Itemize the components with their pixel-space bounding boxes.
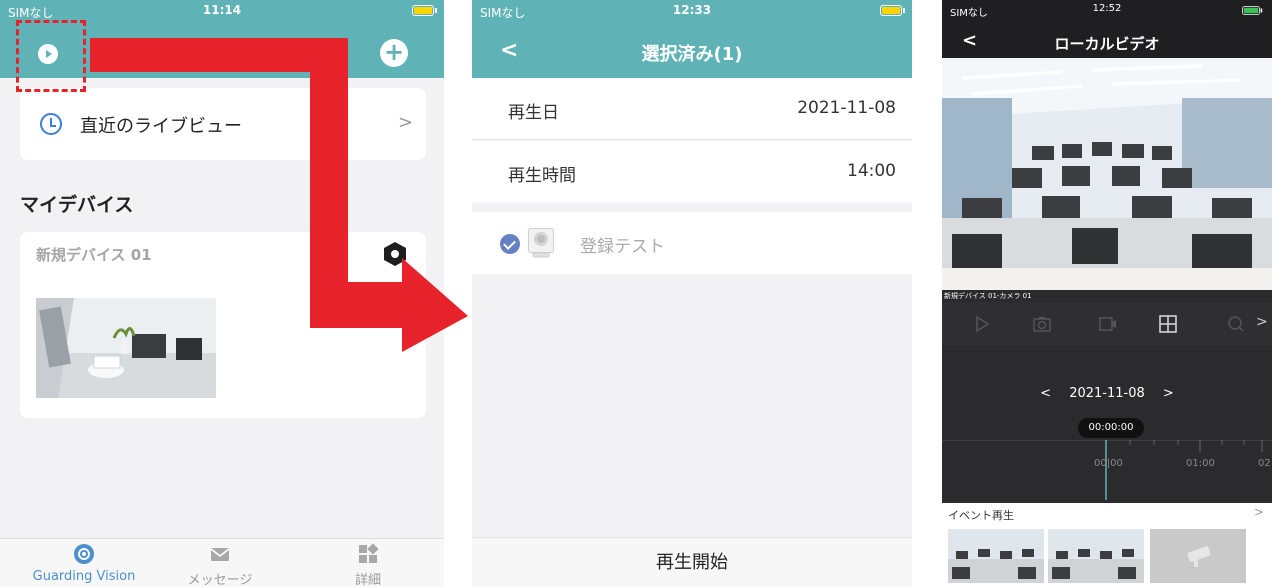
tab-guarding-vision[interactable]: Guarding Vision bbox=[24, 543, 144, 584]
clock-time: 12:33 bbox=[672, 3, 712, 17]
chevron-right-icon[interactable]: > bbox=[1254, 505, 1264, 519]
timeline-scrubber[interactable] bbox=[942, 440, 1272, 500]
status-bar: SIMなし 11:14 bbox=[0, 0, 444, 22]
event-frame-image bbox=[948, 529, 1044, 583]
tab-label: メッセージ bbox=[187, 573, 253, 587]
event-thumbnail-placeholder[interactable] bbox=[1150, 529, 1246, 583]
device-name: 新規デバイス 01 bbox=[36, 246, 152, 264]
current-date: 2021-11-08 bbox=[1069, 386, 1145, 401]
timeline-label: 02 bbox=[1258, 458, 1271, 469]
tab-label: Guarding Vision bbox=[32, 569, 136, 584]
status-bar: SIMなし 12:52 bbox=[942, 0, 1272, 22]
event-thumbnail[interactable] bbox=[948, 529, 1044, 583]
highlight-marker bbox=[16, 20, 86, 92]
camera-thumbnail[interactable] bbox=[36, 298, 216, 398]
grid-layout-icon[interactable] bbox=[1158, 314, 1178, 334]
camera-caption: 新規デバイス 01-カメラ 01 bbox=[944, 292, 1032, 300]
video-player[interactable] bbox=[942, 58, 1272, 290]
add-device-button[interactable]: + bbox=[380, 39, 408, 67]
camera-icon bbox=[528, 228, 554, 258]
row-label: 再生時間 bbox=[508, 166, 576, 186]
start-playback-button[interactable]: 再生開始 bbox=[472, 537, 912, 587]
home-screen: SIMなし 11:14 + 直近のライブビュー > マイデバイス 新規デバイス … bbox=[0, 0, 444, 587]
event-thumbnail[interactable] bbox=[1048, 529, 1144, 583]
playback-select-screen: SIMなし 12:33 < 選択済み(1) 再生日 2021-11-08 再生時… bbox=[472, 0, 912, 587]
device-settings-icon[interactable] bbox=[384, 242, 406, 266]
recent-live-view-label: 直近のライブビュー bbox=[80, 116, 242, 137]
date-navigator: < 2021-11-08 > bbox=[942, 386, 1272, 401]
toolbar-more-chevron-icon[interactable]: > bbox=[1256, 314, 1268, 330]
guarding-vision-icon bbox=[74, 544, 94, 564]
tab-details[interactable]: 詳細 bbox=[308, 543, 428, 587]
section-title-my-devices: マイデバイス bbox=[20, 194, 134, 216]
row-label: 再生日 bbox=[508, 103, 559, 123]
playback-time-row[interactable]: 再生時間 14:00 bbox=[472, 141, 912, 203]
battery-icon bbox=[412, 5, 437, 16]
chevron-right-icon: > bbox=[398, 112, 414, 133]
checkmark-icon[interactable] bbox=[500, 234, 520, 254]
battery-icon bbox=[880, 5, 905, 16]
play-icon[interactable] bbox=[972, 314, 992, 334]
snapshot-icon[interactable] bbox=[1032, 314, 1052, 334]
video-toolbar: > bbox=[942, 302, 1272, 346]
row-value: 2021-11-08 bbox=[797, 98, 896, 118]
playback-date-row[interactable]: 再生日 2021-11-08 bbox=[472, 78, 912, 140]
bottom-tab-bar: Guarding Vision メッセージ 詳細 bbox=[0, 538, 444, 587]
event-playback-label: イベント再生 bbox=[948, 509, 1014, 522]
battery-icon bbox=[1242, 6, 1263, 15]
status-bar: SIMなし 12:33 bbox=[472, 0, 912, 22]
tab-label: 詳細 bbox=[354, 573, 381, 587]
timeline-label: 00|00 bbox=[1094, 458, 1123, 469]
next-date-button[interactable]: > bbox=[1163, 386, 1174, 401]
timeline-label: 01:00 bbox=[1186, 458, 1215, 469]
zoom-icon[interactable] bbox=[1226, 314, 1246, 334]
clock-time: 12:52 bbox=[1092, 3, 1122, 14]
event-playback-panel: イベント再生 > bbox=[942, 503, 1272, 587]
current-time-badge: 00:00:00 bbox=[1078, 418, 1144, 438]
office-desk-image bbox=[36, 298, 216, 398]
event-frame-image bbox=[1048, 529, 1144, 583]
clock-time: 11:14 bbox=[202, 3, 242, 17]
device-card[interactable]: 新規デバイス 01 bbox=[20, 232, 426, 418]
mail-icon bbox=[210, 548, 230, 561]
tab-messages[interactable]: メッセージ bbox=[160, 543, 280, 587]
grid-icon bbox=[359, 543, 379, 563]
camera-list-item[interactable]: 登録テスト bbox=[472, 212, 912, 274]
previous-date-button[interactable]: < bbox=[1040, 386, 1051, 401]
record-icon[interactable] bbox=[1098, 314, 1118, 334]
local-video-screen: SIMなし 12:52 < ローカルビデオ 新規デバイス 01-カメラ 01 >… bbox=[942, 0, 1272, 587]
row-value: 14:00 bbox=[847, 161, 896, 181]
clock-icon bbox=[40, 113, 62, 135]
recent-live-view-row[interactable]: 直近のライブビュー > bbox=[20, 88, 426, 160]
camera-placeholder-icon bbox=[1187, 546, 1211, 567]
camera-name: 登録テスト bbox=[580, 237, 665, 257]
page-title: 選択済み(1) bbox=[641, 44, 743, 65]
page-title: ローカルビデオ bbox=[1054, 35, 1160, 53]
office-video-frame bbox=[942, 58, 1272, 290]
